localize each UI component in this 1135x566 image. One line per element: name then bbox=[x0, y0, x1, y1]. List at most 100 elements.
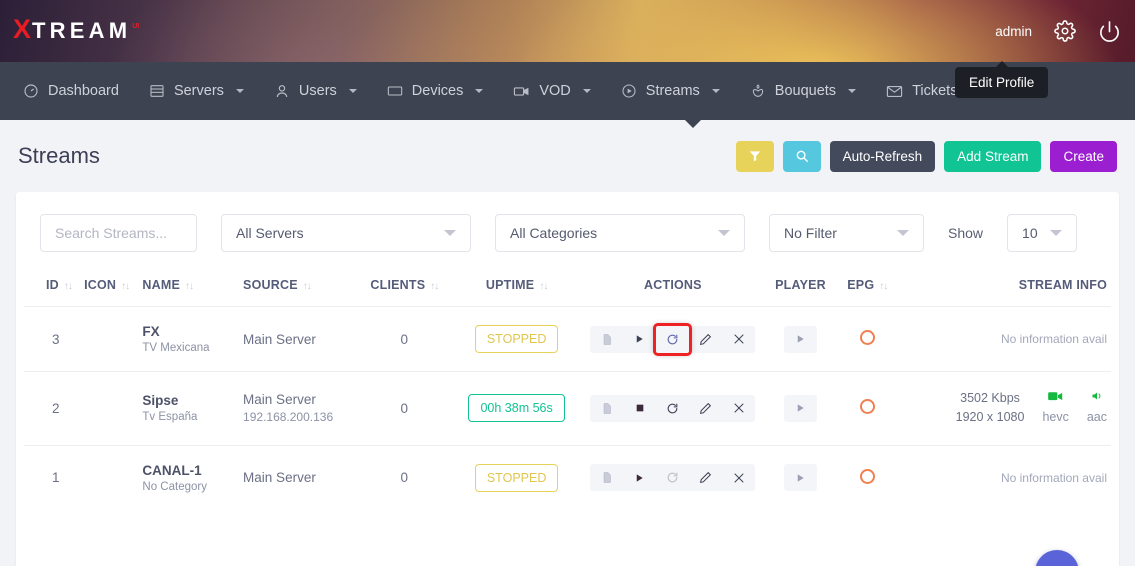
filters-row: Search Streams... All Servers All Catego… bbox=[24, 192, 1111, 262]
status-filter-select[interactable]: No Filter bbox=[769, 214, 924, 252]
cell-uptime: STOPPED bbox=[453, 307, 580, 372]
add-stream-button[interactable]: Add Stream bbox=[944, 141, 1041, 172]
cell-epg bbox=[835, 372, 899, 446]
close-icon[interactable] bbox=[722, 395, 755, 422]
create-button[interactable]: Create bbox=[1050, 141, 1117, 172]
table-row[interactable]: 3 FX TV Mexicana Main Server 0 STOPPED bbox=[24, 307, 1111, 372]
brand-logo[interactable]: XTREAMUI bbox=[13, 14, 138, 45]
header-source[interactable]: SOURCE↑↓ bbox=[239, 262, 356, 307]
source-ip: 192.168.200.136 bbox=[243, 410, 352, 424]
cell-source: Main Server bbox=[239, 445, 356, 510]
scroll-to-top-fab[interactable] bbox=[1035, 550, 1079, 566]
nav-label: Users bbox=[299, 83, 337, 99]
nav-label: Streams bbox=[646, 83, 700, 99]
close-icon[interactable] bbox=[722, 464, 755, 491]
table-row[interactable]: 1 CANAL-1 No Category Main Server 0 STOP… bbox=[24, 445, 1111, 510]
users-icon bbox=[274, 83, 290, 99]
chevron-down-icon bbox=[583, 89, 591, 93]
categories-select[interactable]: All Categories bbox=[495, 214, 745, 252]
restart-icon[interactable] bbox=[656, 326, 689, 353]
header-actions: ACTIONS bbox=[580, 262, 765, 307]
cell-epg bbox=[835, 307, 899, 372]
player-play-icon[interactable] bbox=[784, 395, 817, 422]
cell-icon bbox=[75, 372, 139, 446]
cell-actions bbox=[580, 372, 765, 446]
nav-label: Devices bbox=[412, 83, 464, 99]
dashboard-icon bbox=[23, 83, 39, 99]
power-icon[interactable] bbox=[1098, 20, 1121, 43]
stop-icon[interactable] bbox=[623, 395, 656, 422]
source-name: Main Server bbox=[243, 392, 352, 407]
banner-right-group: admin bbox=[995, 0, 1121, 62]
play-icon[interactable] bbox=[623, 464, 656, 491]
cell-clients: 0 bbox=[356, 372, 453, 446]
search-button[interactable] bbox=[783, 141, 821, 172]
player-play-icon[interactable] bbox=[784, 464, 817, 491]
chevron-down-icon bbox=[897, 230, 909, 236]
chevron-down-icon bbox=[444, 230, 456, 236]
nav-item-bouquets[interactable]: Bouquets bbox=[735, 62, 871, 120]
page-header: Streams Auto-Refresh Add Stream Create bbox=[16, 120, 1119, 192]
search-input[interactable]: Search Streams... bbox=[40, 214, 197, 252]
close-icon[interactable] bbox=[722, 326, 755, 353]
status-filter-value: No Filter bbox=[784, 225, 837, 241]
status-badge: STOPPED bbox=[475, 325, 559, 353]
filter-clear-button[interactable] bbox=[736, 141, 774, 172]
header-label: ID bbox=[46, 278, 59, 292]
resolution-value: 1920 x 1080 bbox=[956, 408, 1025, 427]
header-label: NAME bbox=[142, 278, 180, 292]
file-icon[interactable] bbox=[590, 395, 623, 422]
nav-item-users[interactable]: Users bbox=[259, 62, 372, 120]
gear-icon[interactable] bbox=[1054, 20, 1076, 42]
edit-icon[interactable] bbox=[689, 464, 722, 491]
header-uptime[interactable]: UPTIME↑↓ bbox=[453, 262, 580, 307]
header-icon[interactable]: ICON↑↓ bbox=[75, 262, 139, 307]
cell-stream-info: No information avail bbox=[899, 445, 1111, 510]
devices-icon bbox=[387, 83, 403, 99]
file-icon[interactable] bbox=[590, 326, 623, 353]
player-play-icon[interactable] bbox=[784, 326, 817, 353]
file-icon[interactable] bbox=[590, 464, 623, 491]
streams-card: Search Streams... All Servers All Catego… bbox=[16, 192, 1119, 566]
cell-id: 2 bbox=[24, 372, 75, 446]
restart-icon[interactable] bbox=[656, 395, 689, 422]
nav-item-servers[interactable]: Servers bbox=[134, 62, 259, 120]
nav-item-streams[interactable]: Streams bbox=[606, 62, 735, 120]
stream-info-empty: No information avail bbox=[903, 471, 1107, 485]
epg-status-circle-icon bbox=[860, 330, 875, 345]
cell-uptime: STOPPED bbox=[453, 445, 580, 510]
nav-item-vod[interactable]: VOD bbox=[498, 62, 605, 120]
header-clients[interactable]: CLIENTS↑↓ bbox=[356, 262, 453, 307]
source-name: Main Server bbox=[243, 470, 352, 485]
cell-stream-info: No information avail bbox=[899, 307, 1111, 372]
restart-icon[interactable] bbox=[656, 464, 689, 491]
cell-clients: 0 bbox=[356, 307, 453, 372]
play-icon[interactable] bbox=[623, 326, 656, 353]
cell-source: Main Server 192.168.200.136 bbox=[239, 372, 356, 446]
streams-table: ID↑↓ ICON↑↓ NAME↑↓ SOURCE↑↓ CLIENTS↑↓ bbox=[24, 262, 1111, 510]
header-id[interactable]: ID↑↓ bbox=[24, 262, 75, 307]
header-epg[interactable]: EPG↑↓ bbox=[835, 262, 899, 307]
bitrate-resolution-group: 3502 Kbps 1920 x 1080 bbox=[956, 389, 1025, 428]
servers-icon bbox=[149, 83, 165, 99]
edit-icon[interactable] bbox=[689, 395, 722, 422]
edit-icon[interactable] bbox=[689, 326, 722, 353]
cell-epg bbox=[835, 445, 899, 510]
nav-item-dashboard[interactable]: Dashboard bbox=[8, 62, 134, 120]
nav-item-devices[interactable]: Devices bbox=[372, 62, 499, 120]
page-size-select[interactable]: 10 bbox=[1007, 214, 1077, 252]
admin-username[interactable]: admin bbox=[995, 24, 1032, 39]
auto-refresh-button[interactable]: Auto-Refresh bbox=[830, 141, 936, 172]
servers-select[interactable]: All Servers bbox=[221, 214, 471, 252]
cell-id: 1 bbox=[24, 445, 75, 510]
header-player: PLAYER bbox=[766, 262, 836, 307]
sort-icon: ↑↓ bbox=[185, 281, 193, 292]
table-header: ID↑↓ ICON↑↓ NAME↑↓ SOURCE↑↓ CLIENTS↑↓ bbox=[24, 262, 1111, 307]
logo-x-letter: X bbox=[13, 14, 32, 45]
categories-select-value: All Categories bbox=[510, 225, 597, 241]
header-name[interactable]: NAME ↑↓ bbox=[138, 262, 239, 307]
table-row[interactable]: 2 Sipse Tv España Main Server 192.168.20… bbox=[24, 372, 1111, 446]
status-badge: 00h 38m 56s bbox=[468, 394, 564, 422]
sort-icon: ↑↓ bbox=[121, 281, 129, 292]
epg-status-circle-icon bbox=[860, 399, 875, 414]
